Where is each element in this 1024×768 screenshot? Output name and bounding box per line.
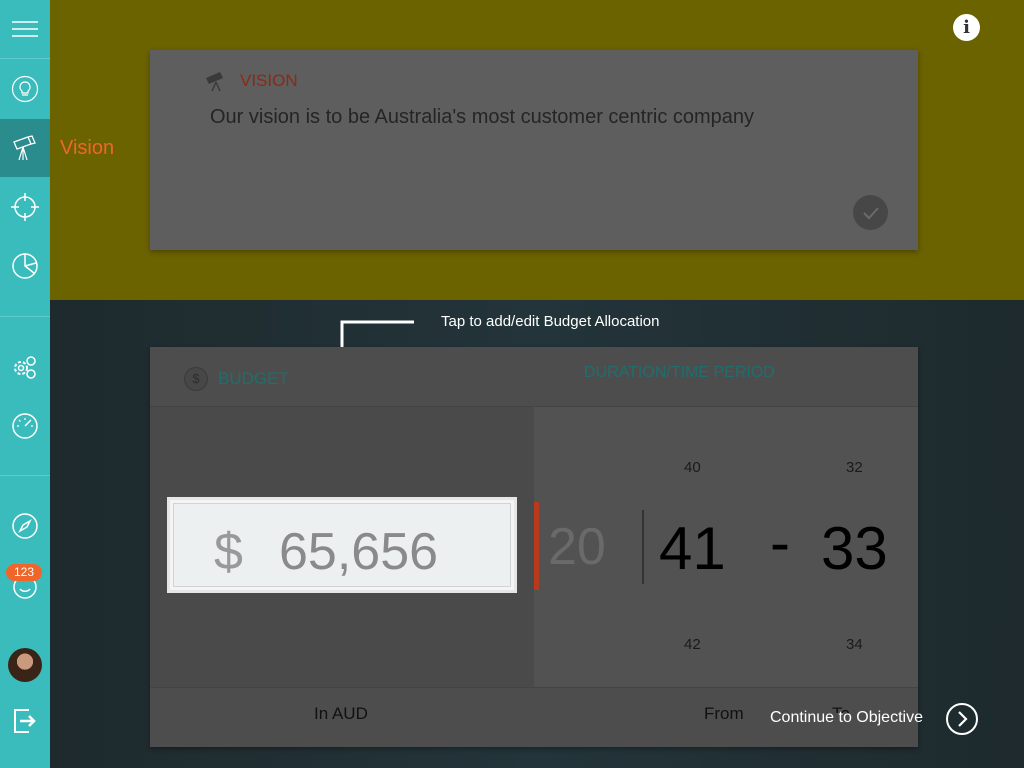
sidebar-item-explore[interactable] [0,497,50,555]
confirm-button[interactable] [853,195,888,230]
section-label: Vision [60,137,115,159]
vision-card[interactable]: VISION Our vision is to be Australia's m… [150,50,918,250]
to-picker-above[interactable]: 32 [846,459,863,476]
lightbulb-icon [11,75,39,103]
sidebar-divider [0,316,50,317]
from-picker-above[interactable]: 40 [684,459,701,476]
from-label: From [704,704,744,723]
picker-left-value[interactable]: 20 [548,521,606,573]
sidebar-item-settings[interactable] [0,338,50,396]
picker-divider [642,510,644,584]
currency-symbol: $ [214,523,243,581]
continue-label[interactable]: Continue to Objective [770,709,923,727]
gears-icon [14,356,36,379]
logout-button[interactable] [0,692,50,750]
vision-header: VISION [204,70,298,92]
currency-label: In AUD [314,704,368,723]
from-picker-below[interactable]: 42 [684,636,701,653]
telescope-icon [206,72,223,92]
duration-title: DURATION/TIME PERIOD [584,364,775,381]
notification-badge: 123 [6,564,42,581]
checkmark-icon [862,206,879,219]
menu-icon [12,21,38,37]
vision-statement[interactable]: Our vision is to be Australia's most cus… [210,106,754,129]
dollar-icon: $ [184,367,208,391]
target-icon [11,193,39,221]
logout-icon [14,709,36,733]
chevron-right-icon [958,711,968,727]
from-picker-selected[interactable]: 41 [659,519,726,579]
to-picker-below[interactable]: 34 [846,636,863,653]
budget-amount-inner: $ 65,656 [173,503,511,587]
range-separator: - [770,509,790,576]
tooltip-text: Tap to add/edit Budget Allocation [441,313,660,330]
menu-button[interactable] [0,0,50,58]
sidebar-item-vision[interactable] [0,119,50,177]
budget-card-header: $ BUDGET DURATION/TIME PERIOD [150,347,918,407]
to-picker-selected[interactable]: 33 [821,519,888,579]
pie-chart-icon [12,253,38,279]
sidebar-item-ideas[interactable] [0,60,50,118]
sidebar-divider [0,58,50,59]
budget-title: BUDGET [218,369,289,388]
compass-icon [12,513,38,539]
sidebar-item-objective[interactable] [0,178,50,236]
sidebar-item-dashboard[interactable] [0,397,50,455]
vision-title: VISION [240,71,298,90]
avatar[interactable] [8,648,42,682]
budget-amount-field[interactable]: $ 65,656 [167,497,517,593]
sidebar: 123 [0,0,50,768]
telescope-icon [13,135,36,161]
info-icon: i [963,17,970,38]
continue-button[interactable] [946,703,978,735]
info-button[interactable]: i [953,14,980,41]
picker-selection-marker [534,502,539,590]
sidebar-item-allocation[interactable] [0,237,50,295]
budget-amount-value: 65,656 [279,523,439,581]
speedometer-icon [12,413,38,439]
sidebar-divider [0,475,50,476]
